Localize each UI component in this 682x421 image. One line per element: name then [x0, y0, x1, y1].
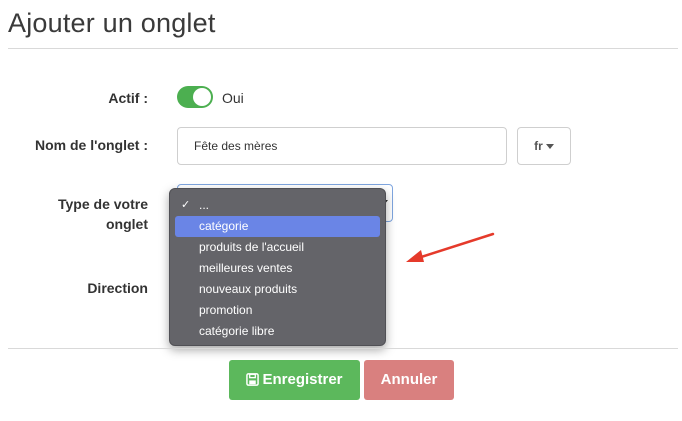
option-label: catégorie libre	[199, 324, 275, 338]
dropdown-option[interactable]: ✓ ...	[175, 195, 380, 216]
dropdown-option[interactable]: catégorie	[175, 216, 380, 237]
dropdown-option[interactable]: promotion	[175, 300, 380, 321]
name-input[interactable]: Fête des mères	[177, 127, 507, 165]
actif-value: Oui	[222, 90, 244, 106]
page-title: Ajouter un onglet	[8, 8, 216, 38]
dropdown-option[interactable]: catégorie libre	[175, 321, 380, 342]
type-dropdown-menu: ✓ ... catégorie produits de l'accueil me…	[169, 188, 386, 346]
option-label: ...	[199, 198, 210, 212]
dropdown-option[interactable]: produits de l'accueil	[175, 237, 380, 258]
cancel-button[interactable]: Annuler	[364, 360, 454, 400]
save-button[interactable]: Enregistrer	[229, 360, 360, 400]
option-label: promotion	[199, 303, 253, 317]
actif-label: Actif :	[108, 90, 148, 106]
red-arrow-icon	[406, 232, 495, 262]
save-label: Enregistrer	[262, 371, 343, 388]
floppy-disk-icon	[246, 373, 260, 386]
type-label: Type de votre onglet	[28, 194, 148, 234]
footer-divider	[8, 348, 678, 349]
check-icon: ✓	[181, 199, 191, 211]
dropdown-option[interactable]: nouveaux produits	[175, 279, 380, 300]
title-divider	[8, 48, 678, 49]
option-label: meilleures ventes	[199, 261, 293, 275]
language-dropdown-button[interactable]: fr	[517, 127, 571, 165]
option-label: nouveaux produits	[199, 282, 298, 296]
type-label-line1: Type de votre	[58, 196, 148, 212]
actif-toggle[interactable]	[177, 86, 213, 108]
toggle-knob	[193, 88, 211, 106]
dropdown-option[interactable]: meilleures ventes	[175, 258, 380, 279]
type-label-line2: onglet	[106, 216, 148, 232]
option-label: catégorie	[199, 219, 249, 233]
option-label: produits de l'accueil	[199, 240, 305, 254]
language-label: fr	[534, 139, 543, 153]
name-label: Nom de l'onglet :	[35, 137, 148, 153]
caret-down-icon	[545, 144, 554, 150]
direction-label: Direction	[87, 280, 148, 296]
